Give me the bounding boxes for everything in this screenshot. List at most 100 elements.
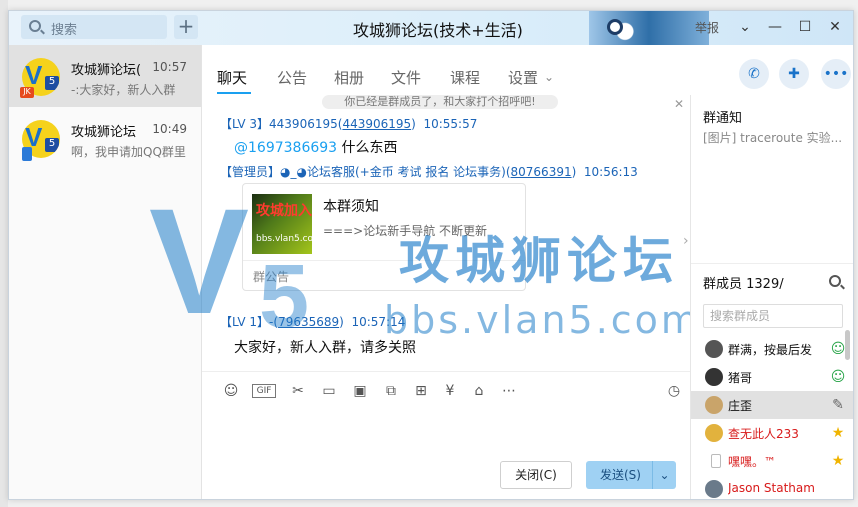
sender-id-link[interactable]: 80766391: [511, 165, 572, 179]
more-options-icon[interactable]: ⋯: [500, 382, 518, 400]
window-title: 攻城狮论坛(技术+生活): [353, 21, 523, 40]
screen-share-icon[interactable]: ⧉: [382, 382, 400, 400]
member-item[interactable]: 猪哥 ☺: [691, 363, 853, 391]
tab-courses[interactable]: 课程: [450, 67, 480, 88]
scrollbar-thumb[interactable]: [845, 330, 850, 360]
message-header: 【LV 3】443906195(443906195) 10:55:57: [220, 117, 478, 131]
panel-divider: [691, 263, 853, 264]
member-item[interactable]: 查无此人233 ★: [691, 419, 853, 447]
send-label: 发送(S): [600, 468, 641, 482]
conversation-snippet: -:大家好，新人入群: [71, 83, 176, 97]
phone-badge-icon: [22, 147, 32, 161]
star-icon: ★: [831, 453, 845, 469]
report-link[interactable]: 举报: [695, 19, 719, 36]
search-input[interactable]: 搜索: [51, 19, 77, 38]
add-app-icon[interactable]: ✚: [779, 59, 809, 89]
message-time: 10:55:57: [423, 117, 478, 131]
chevron-right-icon[interactable]: ›: [683, 233, 689, 249]
sender-id-link[interactable]: 443906195: [342, 117, 411, 131]
mention-link[interactable]: @1697386693: [234, 140, 337, 156]
group-info-panel: 群通知 [图片] traceroute 实验... 群成员 1329/ 搜索群成…: [690, 95, 853, 499]
conversation-time: 10:57: [152, 60, 187, 74]
active-tab-indicator: [217, 92, 251, 94]
card-divider: [243, 260, 525, 261]
conversation-item[interactable]: V5 JK 攻城狮论坛( 10:57 -:大家好，新人入群: [9, 45, 201, 107]
chevron-down-icon[interactable]: ⌄: [735, 17, 755, 37]
group-badge-icon: JK: [20, 87, 34, 98]
member-name: 庄歪: [728, 399, 753, 413]
snowball-icon: [607, 19, 623, 35]
gift-icon[interactable]: ⊞: [412, 382, 430, 400]
members-title: 群成员 1329/: [703, 277, 784, 292]
collapse-arrow-icon[interactable]: ✕: [674, 97, 684, 111]
maximize-icon[interactable]: ☐: [795, 17, 815, 37]
search-icon: [29, 20, 41, 32]
sender-name[interactable]: -: [269, 315, 273, 329]
member-level: 【LV 3】: [220, 117, 270, 131]
tab-album[interactable]: 相册: [334, 67, 364, 88]
phone-call-icon[interactable]: ✆: [739, 59, 769, 89]
tab-files[interactable]: 文件: [391, 67, 421, 88]
member-search-icon[interactable]: [829, 275, 841, 287]
snow-decoration: [589, 11, 709, 45]
message-body: @1697386693 什么东西: [234, 137, 398, 157]
sender-name[interactable]: ◕_◕论坛客服(+金币 考试 报名 论坛事务): [280, 165, 506, 179]
member-level: 【LV 1】: [220, 315, 270, 329]
voice-icon[interactable]: ⌂: [470, 382, 488, 400]
red-packet-icon[interactable]: ¥: [441, 382, 459, 400]
member-item[interactable]: 群满，按最后发 ☺: [691, 335, 853, 363]
edit-pencil-icon[interactable]: ✎: [830, 397, 846, 413]
card-title: 本群须知: [323, 199, 379, 215]
close-button[interactable]: 关闭(C): [500, 461, 572, 489]
history-clock-icon[interactable]: ◷: [665, 382, 683, 400]
add-plus-icon[interactable]: +: [174, 15, 198, 39]
notice-text[interactable]: [图片] traceroute 实验...: [703, 129, 851, 146]
sender-id-link[interactable]: 79635689: [278, 315, 339, 329]
announcement-card[interactable]: 攻城加入 bbs.vlan5.com 本群须知 ===>论坛新手导航 不断更新 …: [242, 183, 526, 291]
conversation-name: 攻城狮论坛(: [71, 63, 142, 78]
message-input[interactable]: 关闭(C) 发送(S) ⌄: [202, 407, 690, 499]
gif-icon[interactable]: GIF: [252, 384, 276, 398]
scissors-icon[interactable]: ✂: [289, 382, 307, 400]
conversation-name: 攻城狮论坛: [71, 125, 137, 140]
chat-message-area: 你已经是群成员了，和大家打个招呼吧! ✕ 【LV 3】443906195(443…: [202, 95, 690, 371]
send-options-chevron-icon[interactable]: ⌄: [652, 461, 676, 489]
notice-title: 群通知: [703, 111, 743, 126]
close-icon[interactable]: ✕: [825, 17, 845, 37]
conversation-time: 10:49: [152, 122, 187, 136]
member-item[interactable]: Jason Statham: [691, 475, 853, 499]
input-toolbar: ☺ GIF ✂ ▭ ▣ ⧉ ⊞ ¥ ⌂ ⋯ ◷: [202, 371, 690, 407]
member-name: 嘿嘿。™: [728, 455, 777, 469]
tab-announcement[interactable]: 公告: [277, 67, 307, 88]
conversation-item[interactable]: V5 攻城狮论坛 10:49 啊，我申请加QQ群里: [9, 107, 201, 169]
settings-chevron-icon[interactable]: ⌄: [544, 70, 554, 84]
message-header: 【管理员】◕_◕论坛客服(+金币 考试 报名 论坛事务)(80766391) 1…: [220, 165, 638, 179]
member-item[interactable]: 庄歪 ✎: [691, 391, 853, 419]
tab-chat[interactable]: 聊天: [217, 67, 247, 88]
member-name: 群满，按最后发: [728, 343, 813, 357]
member-search-input[interactable]: 搜索群成员: [703, 304, 843, 328]
sender-name[interactable]: 443906195: [269, 117, 338, 131]
more-icon[interactable]: •••: [821, 59, 851, 89]
emoji-icon[interactable]: ☺: [222, 382, 240, 400]
phone-avatar-icon: [711, 454, 721, 468]
title-bar: 搜索 + 攻城狮论坛(技术+生活) 举报 ⌄ — ☐ ✕: [9, 11, 853, 45]
member-avatar: [705, 480, 723, 498]
tab-settings[interactable]: 设置: [508, 67, 538, 88]
message-text: 什么东西: [337, 140, 398, 156]
member-item[interactable]: 嘿嘿。™ ★: [691, 447, 853, 475]
folder-icon[interactable]: ▭: [320, 382, 338, 400]
card-footer: 群公告: [253, 270, 290, 284]
member-avatar: [705, 396, 723, 414]
system-note: 你已经是群成员了，和大家打个招呼吧!: [322, 95, 558, 109]
member-role-icon: ☺: [830, 369, 846, 385]
minimize-icon[interactable]: —: [765, 17, 785, 37]
message-time: 10:56:13: [583, 165, 638, 179]
search-box[interactable]: 搜索: [21, 15, 167, 39]
member-avatar: [705, 340, 723, 358]
image-icon[interactable]: ▣: [351, 382, 369, 400]
member-avatar: [705, 368, 723, 386]
message-body: 大家好，新人入群，请多关照: [234, 340, 416, 356]
qq-group-chat-window: 搜索 + 攻城狮论坛(技术+生活) 举报 ⌄ — ☐ ✕ V5 JK 攻城狮论坛…: [8, 10, 854, 500]
send-button[interactable]: 发送(S) ⌄: [586, 461, 676, 489]
